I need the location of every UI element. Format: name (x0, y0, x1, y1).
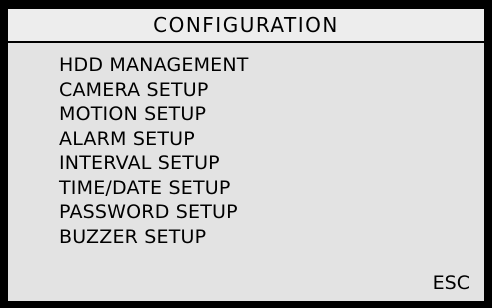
menu-item-password-setup[interactable]: PASSWORD SETUP (59, 200, 249, 225)
page-title: CONFIGURATION (153, 13, 339, 37)
title-bar: CONFIGURATION (8, 9, 484, 43)
menu-item-camera-setup[interactable]: CAMERA SETUP (59, 78, 249, 103)
menu-item-time-date-setup[interactable]: TIME/DATE SETUP (59, 176, 249, 201)
configuration-screen: CONFIGURATION HDD MANAGEMENT CAMERA SETU… (8, 9, 484, 301)
menu-item-alarm-setup[interactable]: ALARM SETUP (59, 127, 249, 152)
menu-item-interval-setup[interactable]: INTERVAL SETUP (59, 151, 249, 176)
menu-item-motion-setup[interactable]: MOTION SETUP (59, 102, 249, 127)
esc-button[interactable]: ESC (433, 274, 470, 293)
menu-item-buzzer-setup[interactable]: BUZZER SETUP (59, 225, 249, 250)
menu-item-hdd-management[interactable]: HDD MANAGEMENT (59, 53, 249, 78)
configuration-menu: HDD MANAGEMENT CAMERA SETUP MOTION SETUP… (59, 53, 249, 249)
